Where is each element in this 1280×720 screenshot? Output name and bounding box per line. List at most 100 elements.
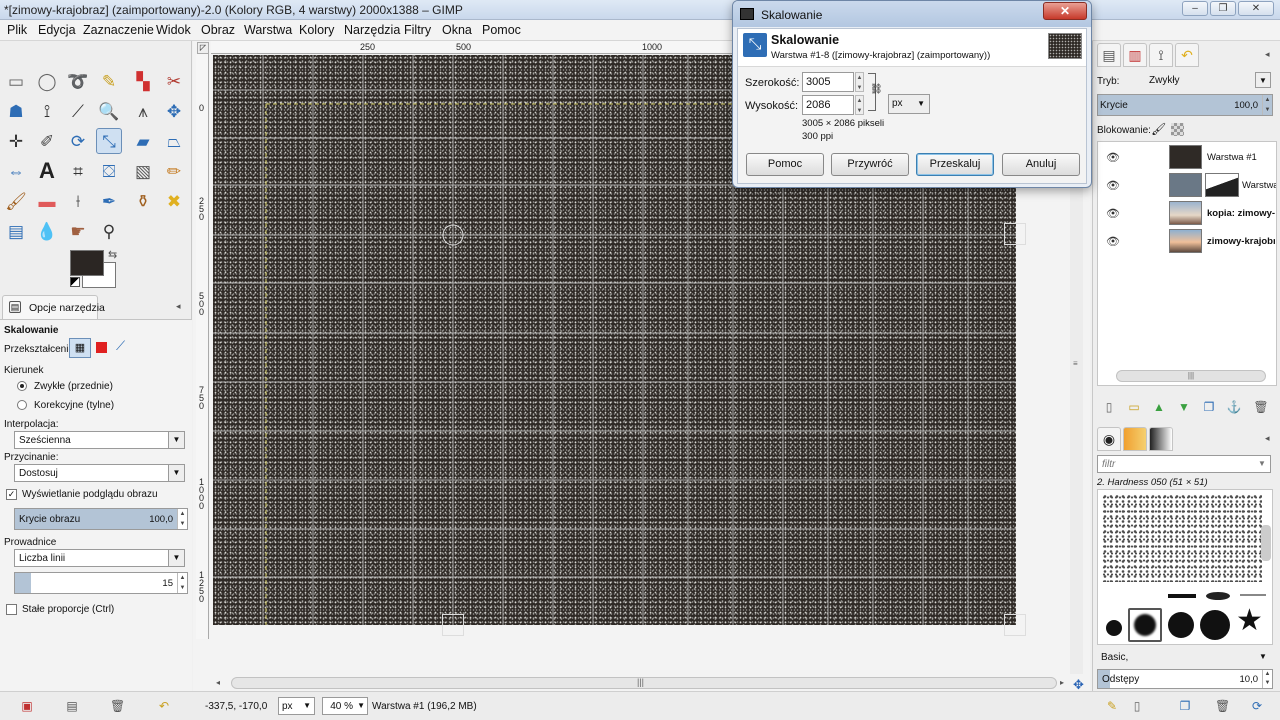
scroll-right-arrow-icon[interactable]: ▸ <box>1060 678 1064 687</box>
paintbrush-icon[interactable]: 🖌 <box>3 188 29 214</box>
tab-layers[interactable]: ▤ <box>1097 43 1121 67</box>
direction-corrective-radio[interactable] <box>17 400 27 410</box>
brush-grid-scrollbar[interactable] <box>1261 525 1271 561</box>
perspective-clone-icon[interactable]: ▤ <box>3 218 29 244</box>
transform-selection-icon[interactable] <box>96 342 107 353</box>
align-icon[interactable]: ✛ <box>3 128 29 154</box>
menu-narzedzia[interactable]: Narzędzia <box>344 23 400 37</box>
new-layer-icon[interactable]: ▯ <box>1101 399 1117 415</box>
perspective-icon[interactable]: ⏢ <box>161 128 187 154</box>
dock-refresh-icon[interactable]: ⟳ <box>1250 699 1264 713</box>
cancel-button[interactable]: Anuluj <box>1002 153 1080 176</box>
raise-layer-icon[interactable]: ▲ <box>1151 399 1167 415</box>
width-input[interactable]: 3005 <box>802 72 854 92</box>
eraser-icon[interactable]: ▬ <box>34 188 60 214</box>
scale-button[interactable]: Przeskaluj <box>916 153 994 176</box>
keep-aspect-checkbox[interactable] <box>6 604 17 615</box>
duplicate-layer-icon[interactable]: ❐ <box>1201 399 1217 415</box>
measure-icon[interactable]: ⩚ <box>130 98 156 124</box>
star-brush-icon[interactable]: ★ <box>1236 606 1263 636</box>
brush-filter-input[interactable]: filtr ▼ <box>1097 455 1271 473</box>
help-button[interactable]: Pomoc <box>746 153 824 176</box>
clone-icon[interactable]: ⚱ <box>130 188 156 214</box>
scale-icon[interactable]: ⤡ <box>96 128 122 154</box>
height-input[interactable]: 2086 <box>802 95 854 115</box>
spin-arrows-icon[interactable]: ▲ ▼ <box>177 509 187 529</box>
color-picker-icon[interactable]: ⟋ <box>65 98 91 124</box>
clipping-select[interactable]: Dostosuj ▼ <box>14 464 185 482</box>
tab-patterns[interactable] <box>1123 427 1147 451</box>
airbrush-icon[interactable]: ⟊ <box>65 188 91 214</box>
lower-layer-icon[interactable]: ▼ <box>1176 399 1192 415</box>
dialog-close-button[interactable]: ✕ <box>1043 2 1087 20</box>
export-icon[interactable]: ▤ <box>65 699 79 713</box>
scale-handle[interactable] <box>1004 223 1026 245</box>
menu-plik[interactable]: Plik <box>7 23 27 37</box>
brush-preset[interactable] <box>1206 592 1230 600</box>
tab-brushes[interactable]: ◉ <box>1097 427 1121 451</box>
guide-lines-slider[interactable]: 15 ▲ ▼ <box>14 572 188 594</box>
smudge-icon[interactable]: ☛ <box>65 218 91 244</box>
zoom-icon[interactable]: 🔍 <box>96 98 122 124</box>
direction-normal-radio[interactable] <box>17 381 27 391</box>
width-spin-arrows-icon[interactable]: ▲ ▼ <box>855 72 864 92</box>
menu-pomoc[interactable]: Pomoc <box>482 23 521 37</box>
fuzzy-select-icon[interactable]: ✎ <box>96 68 122 94</box>
chain-link-icon[interactable]: ⛓ <box>870 84 883 95</box>
dialog-unit-select[interactable]: px ▼ <box>888 94 930 114</box>
scale-handle[interactable] <box>1004 614 1026 636</box>
move-icon[interactable]: ✥ <box>161 98 187 124</box>
dock-edit-icon[interactable]: ✎ <box>1105 699 1119 713</box>
brush-preset[interactable] <box>1134 614 1156 636</box>
scale-handle[interactable] <box>442 614 464 636</box>
horizontal-scrollbar[interactable]: ||| <box>231 677 1057 689</box>
layer-row[interactable]: 👁 Warstwa <box>1098 171 1278 199</box>
layers-hscrollbar[interactable]: ||| <box>1116 370 1266 382</box>
shear-icon[interactable]: ▰ <box>130 128 156 154</box>
flip-icon[interactable]: ⇔ <box>3 158 29 184</box>
ellipse-select-icon[interactable]: ◯ <box>34 68 60 94</box>
eye-icon[interactable]: 👁 <box>1106 207 1120 220</box>
layer-opacity-slider[interactable]: Krycie 100,0 ▲ ▼ <box>1097 94 1273 116</box>
close-window-button[interactable]: ✕ <box>1238 1 1274 16</box>
brush-preset-select[interactable]: Basic, ▼ <box>1097 649 1271 667</box>
dodge-burn-icon[interactable]: ⚲ <box>96 218 122 244</box>
menu-widok[interactable]: Widok <box>156 23 191 37</box>
guides-select[interactable]: Liczba linii ▼ <box>14 549 185 567</box>
unit-select[interactable]: px ▼ <box>278 697 315 715</box>
menu-obraz[interactable]: Obraz <box>201 23 235 37</box>
spin-arrows-icon[interactable]: ▲ ▼ <box>1262 95 1272 115</box>
eye-icon[interactable]: 👁 <box>1106 179 1120 192</box>
panel-menu-icon[interactable]: ◂ <box>1265 433 1270 444</box>
save-icon[interactable]: ▣ <box>20 699 34 713</box>
free-select-icon[interactable]: ➰ <box>65 68 91 94</box>
scissors-icon[interactable]: ✂ <box>161 68 187 94</box>
brush-preset[interactable] <box>1200 610 1230 640</box>
panel-menu-icon[interactable]: ◂ <box>176 301 181 312</box>
pencil-icon[interactable]: ✏ <box>161 158 187 184</box>
foreground-color-swatch[interactable] <box>70 250 104 276</box>
tab-undo[interactable]: ↶ <box>1175 43 1199 67</box>
anchor-icon[interactable]: ⚓ <box>1226 399 1242 415</box>
tab-tool-options[interactable]: ▤ Opcje narzędzia <box>2 295 105 319</box>
quick-mask-corner-icon[interactable]: ◸ <box>197 42 209 54</box>
preview-checkbox[interactable]: ✓ <box>6 489 17 500</box>
eye-icon[interactable]: 👁 <box>1106 235 1120 248</box>
spin-arrows-icon[interactable]: ▲ ▼ <box>177 573 187 593</box>
delete-icon[interactable]: 🗑 <box>110 699 125 713</box>
lock-pixels-icon[interactable]: 🖌 <box>1151 122 1166 136</box>
dock-new-icon[interactable]: ▯ <box>1130 699 1144 713</box>
blur-icon[interactable]: 💧 <box>34 218 60 244</box>
height-spin-arrows-icon[interactable]: ▲ ▼ <box>855 95 864 115</box>
heal-icon[interactable]: ✖ <box>161 188 187 214</box>
restore-icon[interactable]: ↶ <box>157 699 171 713</box>
minimize-button[interactable]: – <box>1182 1 1208 16</box>
menu-filtry[interactable]: Filtry <box>404 23 431 37</box>
tab-paths[interactable]: ⟟ <box>1149 43 1173 67</box>
layer-row[interactable]: 👁 zimowy-krajobr <box>1098 227 1278 255</box>
brush-preset[interactable] <box>1106 620 1122 636</box>
brush-spacing-slider[interactable]: Odstępy 10,0 ▲ ▼ <box>1097 669 1273 689</box>
rect-select-icon[interactable]: ▭ <box>3 68 29 94</box>
brush-preset[interactable] <box>1168 594 1196 598</box>
lock-alpha-icon[interactable] <box>1171 123 1184 136</box>
